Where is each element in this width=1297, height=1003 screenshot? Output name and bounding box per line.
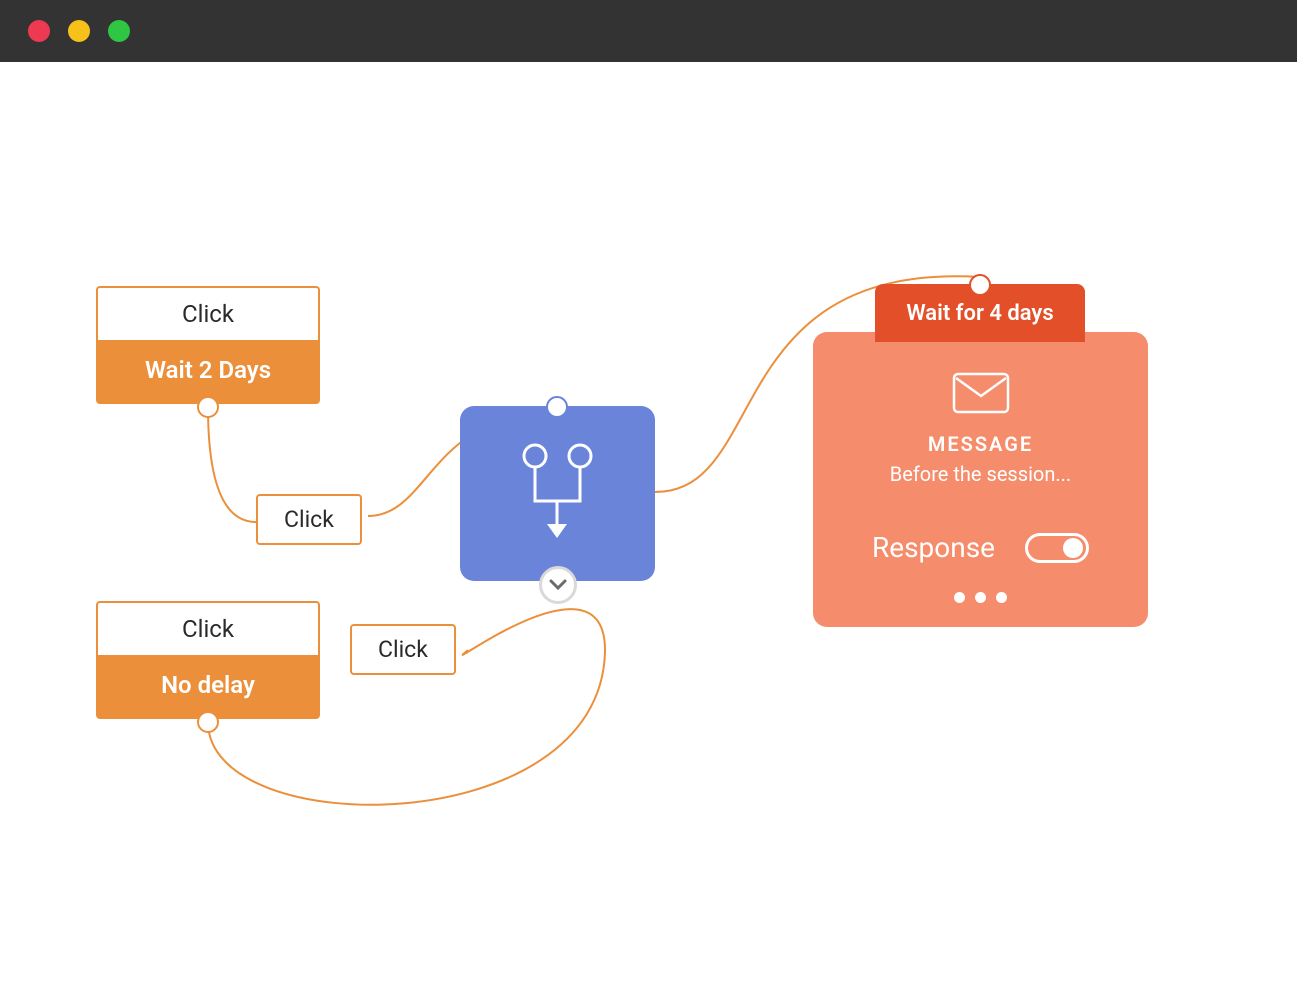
node-wait-2-days[interactable]: Click Wait 2 Days: [96, 286, 320, 404]
more-options-icon[interactable]: [843, 592, 1118, 603]
expand-merge-button[interactable]: [539, 566, 577, 604]
message-title: MESSAGE: [843, 432, 1118, 456]
node-header[interactable]: Click: [96, 601, 320, 655]
close-icon[interactable]: [28, 20, 50, 42]
node-header[interactable]: Click: [96, 286, 320, 340]
click-box-2[interactable]: Click: [350, 624, 456, 675]
response-toggle[interactable]: [1025, 533, 1089, 563]
port-merge-in[interactable]: [546, 396, 568, 418]
minimize-icon[interactable]: [68, 20, 90, 42]
merge-branch-icon: [460, 406, 655, 581]
maximize-icon[interactable]: [108, 20, 130, 42]
node-body: No delay: [96, 655, 320, 719]
node-body: Wait 2 Days: [96, 340, 320, 404]
window-titlebar: [0, 0, 1297, 62]
node-no-delay[interactable]: Click No delay: [96, 601, 320, 719]
port-wait2-out[interactable]: [197, 396, 219, 418]
toggle-knob-icon: [1063, 538, 1083, 558]
port-nodelay-out[interactable]: [197, 711, 219, 733]
port-wait4-in[interactable]: [969, 274, 991, 296]
chevron-down-icon: [549, 579, 567, 591]
node-merge[interactable]: [460, 406, 655, 581]
flow-canvas[interactable]: Click Wait 2 Days Click No delay Click C…: [0, 62, 1297, 1003]
response-label: Response: [872, 531, 995, 564]
click-box-1[interactable]: Click: [256, 494, 362, 545]
envelope-icon: [843, 372, 1118, 418]
message-subtitle: Before the session...: [843, 462, 1118, 486]
node-message-card[interactable]: MESSAGE Before the session... Response: [813, 332, 1148, 627]
